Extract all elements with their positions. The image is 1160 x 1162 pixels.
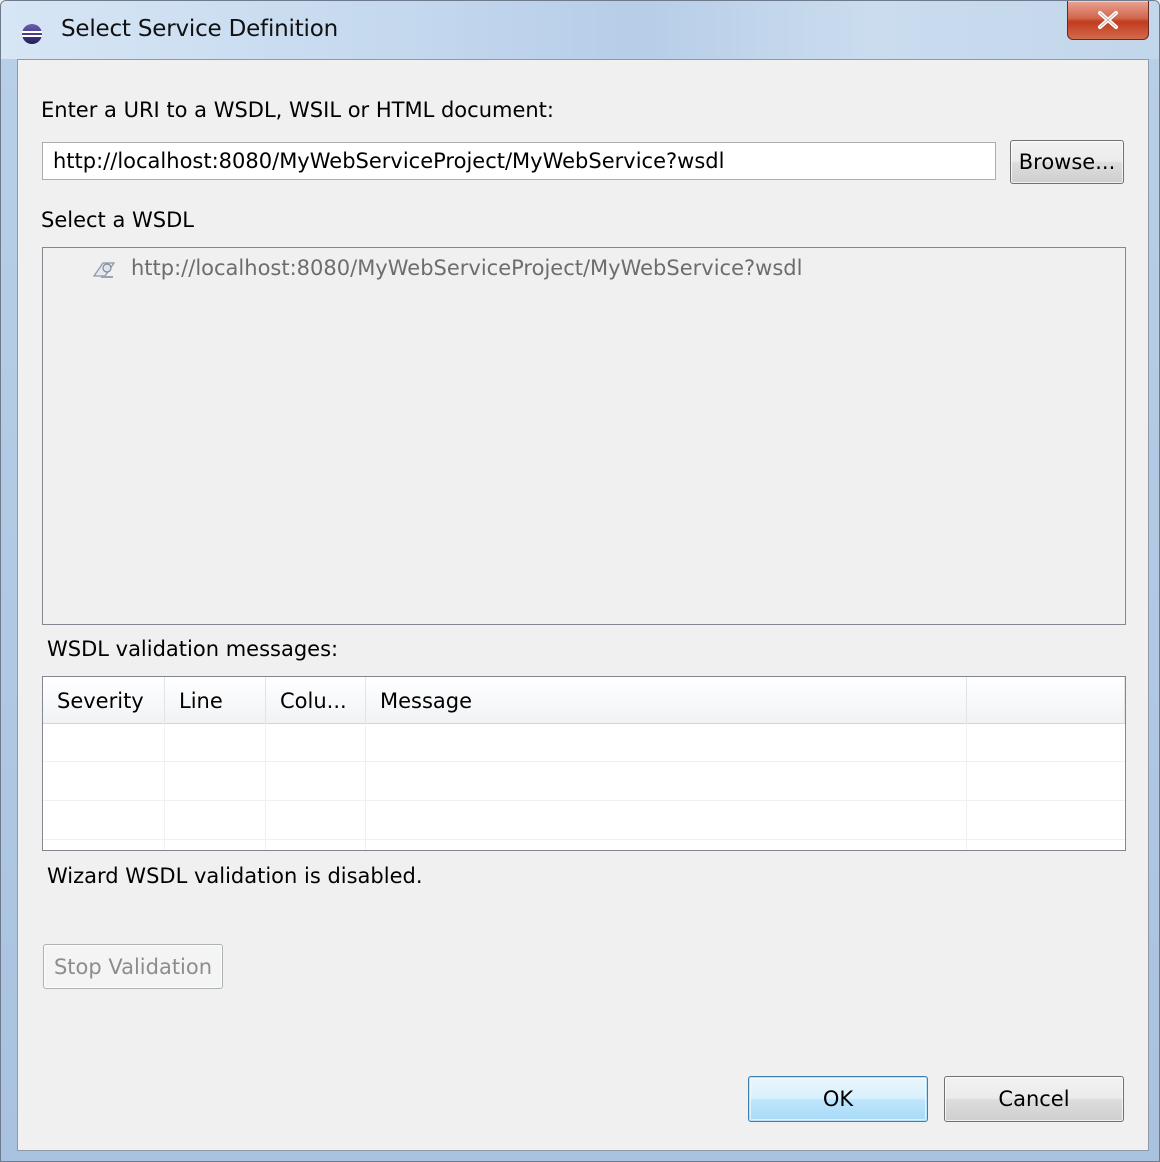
eclipse-icon <box>22 24 42 44</box>
dialog-window: Select Service Definition Enter a URI to… <box>0 0 1160 1162</box>
column-divider <box>164 723 165 850</box>
close-icon <box>1098 11 1118 29</box>
title-bar[interactable]: Select Service Definition <box>1 1 1159 59</box>
table-row <box>43 801 1125 840</box>
uri-label: Enter a URI to a WSDL, WSIL or HTML docu… <box>41 98 554 122</box>
tree-item-label: http://localhost:8080/MyWebServiceProjec… <box>131 256 803 280</box>
uri-input[interactable] <box>42 142 996 180</box>
dialog-content: Enter a URI to a WSDL, WSIL or HTML docu… <box>17 59 1149 1151</box>
table-row <box>43 762 1125 801</box>
cancel-button[interactable]: Cancel <box>944 1076 1124 1122</box>
select-wsdl-label: Select a WSDL <box>41 208 194 232</box>
column-header-column[interactable]: Colu... <box>266 677 366 723</box>
column-divider <box>966 723 967 850</box>
column-header-message[interactable]: Message <box>366 677 967 723</box>
window-title: Select Service Definition <box>61 16 338 42</box>
wsdl-tree[interactable]: http://localhost:8080/MyWebServiceProjec… <box>42 247 1126 625</box>
column-header-line[interactable]: Line <box>165 677 266 723</box>
validation-messages-label: WSDL validation messages: <box>47 637 339 661</box>
browse-button[interactable]: Browse... <box>1010 140 1124 184</box>
validation-table[interactable]: Severity Line Colu... Message <box>42 676 1126 851</box>
column-header-severity[interactable]: Severity <box>43 677 165 723</box>
validation-status: Wizard WSDL validation is disabled. <box>47 864 423 888</box>
close-button[interactable] <box>1067 1 1149 40</box>
table-header: Severity Line Colu... Message <box>43 677 1125 724</box>
column-divider <box>365 723 366 850</box>
column-divider <box>265 723 266 850</box>
stop-validation-button[interactable]: Stop Validation <box>43 944 223 989</box>
ok-button[interactable]: OK <box>748 1076 928 1122</box>
table-row <box>43 723 1125 762</box>
wsdl-document-icon <box>92 262 116 278</box>
column-header-extra[interactable] <box>967 677 1125 723</box>
